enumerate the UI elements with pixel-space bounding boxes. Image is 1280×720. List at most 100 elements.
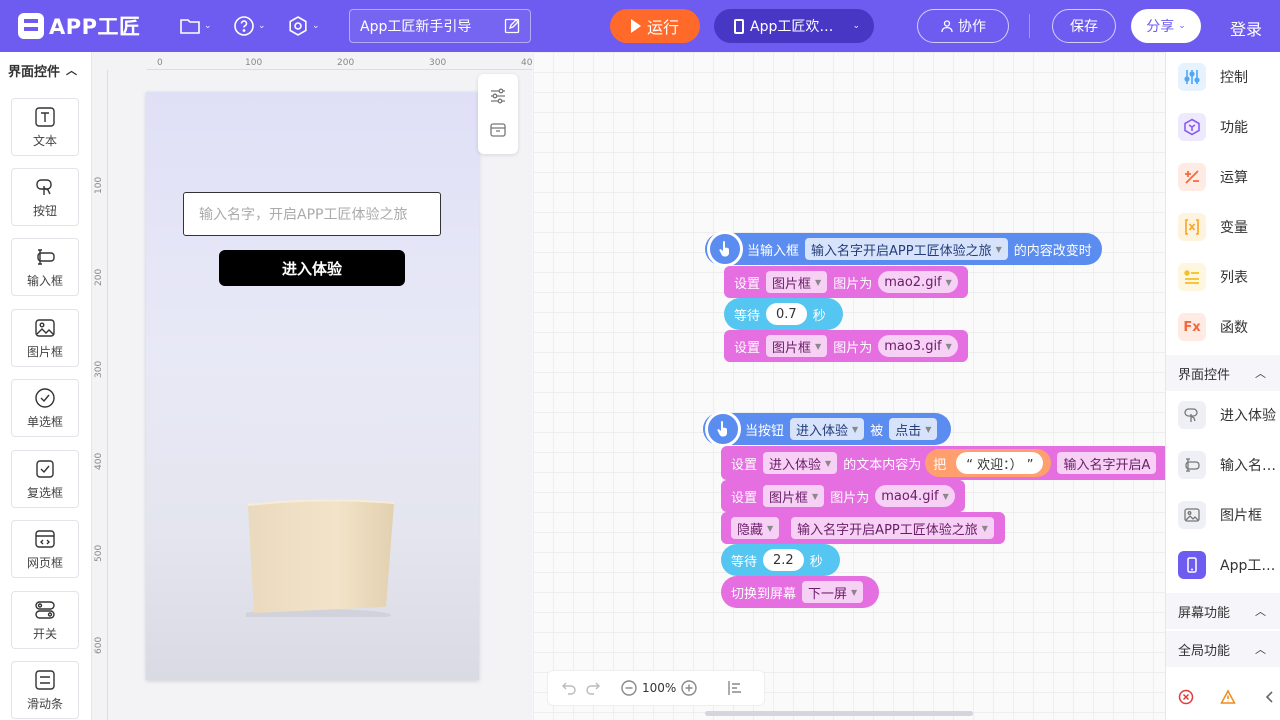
event-type-dropdown[interactable]: 点击 ▼ <box>889 418 938 440</box>
login-link[interactable]: 登录 <box>1230 16 1262 40</box>
zoom-out-icon[interactable] <box>620 679 638 697</box>
category-label: App工… <box>1220 558 1276 574</box>
button-icon <box>36 178 52 195</box>
ui-item-enter-button[interactable]: 进入体验 <box>1178 400 1276 430</box>
palette-item-image[interactable]: 图片框 <box>11 309 79 367</box>
enter-button-preview[interactable]: 进入体验 <box>219 250 405 286</box>
warning-icon[interactable] <box>1220 689 1236 705</box>
undo-icon[interactable] <box>560 679 578 697</box>
component-dropdown[interactable]: 进入体验 ▼ <box>763 452 838 474</box>
wait-seconds-input[interactable]: 0.7 <box>766 303 807 325</box>
share-label: 分享 <box>1146 19 1175 35</box>
palette-item-button[interactable]: 按钮 <box>11 168 79 226</box>
block-text: 当按钮 <box>745 423 785 439</box>
image-value-dropdown[interactable]: mao3.gif ▼ <box>878 335 958 357</box>
section-ui-controls[interactable]: 界面控件 ︿ <box>1166 355 1280 391</box>
ui-item-image[interactable]: 图片框 <box>1178 500 1262 530</box>
app-logo[interactable]: APP工匠 <box>18 12 141 40</box>
image-value-dropdown[interactable]: mao4.gif ▼ <box>875 485 955 507</box>
box-image[interactable] <box>246 497 396 617</box>
set-image-block[interactable]: 设置 图片框 ▼ 图片为 mao2.gif ▼ <box>724 266 968 298</box>
chevron-up-icon: ︿ <box>1255 367 1266 380</box>
palette-item-webview[interactable]: 网页框 <box>11 520 79 578</box>
block-text: 图片为 <box>833 340 873 356</box>
zoom-in-icon[interactable] <box>680 679 698 697</box>
screen-dropdown[interactable]: 下一屏 ▼ <box>802 581 864 603</box>
redo-icon[interactable] <box>584 679 602 697</box>
category-control[interactable]: 控制 <box>1178 62 1248 92</box>
category-fx[interactable]: Fx 函数 <box>1178 312 1248 342</box>
save-button[interactable]: 保存 <box>1052 9 1116 43</box>
text-literal-input[interactable]: “ 欢迎：） ” <box>956 452 1044 474</box>
component-dropdown[interactable]: 图片框 ▼ <box>763 485 825 507</box>
project-name-field[interactable]: App工匠新手引导 <box>349 9 531 43</box>
button-icon <box>1178 401 1206 429</box>
category-function[interactable]: 功能 <box>1178 112 1248 142</box>
chevron-down-icon: ▼ <box>945 341 952 351</box>
edit-icon[interactable] <box>504 18 520 34</box>
chevron-down-icon: ▼ <box>945 277 952 287</box>
screen-selector[interactable]: App工匠欢… ⌄ <box>714 9 874 43</box>
palette-item-input[interactable]: 输入框 <box>11 238 79 296</box>
component-dropdown[interactable]: 输入名字开启APP工匠体验之旅 ▼ <box>791 517 994 539</box>
section-title: 界面控件 <box>1178 367 1231 383</box>
palette-header[interactable]: 界面控件 ︿ <box>0 52 91 88</box>
set-text-block[interactable]: 设置 进入体验 ▼ 的文本内容为 把 “ 欢迎：） ” 输入名字开启A <box>721 446 1165 480</box>
dropdown-value: 图片框 <box>772 340 812 356</box>
chevron-up-icon: ︿ <box>66 64 78 77</box>
hide-block[interactable]: 隐藏 ▼ 输入名字开启APP工匠体验之旅 ▼ <box>721 512 1005 544</box>
switch-screen-block[interactable]: 切换到屏幕 下一屏 ▼ <box>721 576 879 608</box>
horizontal-scrollbar[interactable] <box>705 711 973 716</box>
section-screen-functions[interactable]: 屏幕功能 ︿ <box>1166 593 1280 629</box>
input-target-dropdown[interactable]: 输入名字开启APP工匠体验之旅 ▼ <box>805 238 1008 260</box>
event-block-input-change[interactable]: 当输入框 输入名字开启APP工匠体验之旅 ▼ 的内容改变时 <box>705 231 1102 267</box>
block-text: 被 <box>870 423 884 439</box>
collaborate-button[interactable]: 协作 <box>917 9 1009 43</box>
file-menu[interactable]: ⌄ <box>178 14 212 38</box>
component-dropdown[interactable]: 图片框 ▼ <box>766 335 828 357</box>
archive-icon[interactable] <box>488 120 508 140</box>
help-menu[interactable]: ⌄ <box>232 14 266 38</box>
run-button[interactable]: 运行 <box>610 9 700 43</box>
settings-menu[interactable]: ⌄ <box>286 14 320 38</box>
palette-item-switch[interactable]: 开关 <box>11 591 79 649</box>
event-block-button-click[interactable]: 当按钮 进入体验 ▼ 被 点击 ▼ <box>703 411 951 447</box>
ruler-tick: 300 <box>429 58 447 68</box>
folder-icon <box>180 19 200 34</box>
topbar-divider <box>1029 14 1030 38</box>
block-workspace[interactable]: 当输入框 输入名字开启APP工匠体验之旅 ▼ 的内容改变时 设置 图片框 ▼ 图片为… <box>533 52 1165 720</box>
design-canvas[interactable]: 0 100 200 300 40 100 200 300 400 500 600… <box>92 52 532 720</box>
wait-seconds-input[interactable]: 2.2 <box>763 549 804 571</box>
ui-item-screen[interactable]: App工… <box>1178 550 1275 580</box>
category-list[interactable]: 列表 <box>1178 262 1248 292</box>
category-variable[interactable]: 变量 <box>1178 212 1248 242</box>
join-text-block[interactable]: 把 “ 欢迎：） ” <box>925 449 1052 477</box>
share-button[interactable]: 分享 ⌄ <box>1131 9 1201 43</box>
align-icon[interactable] <box>726 679 744 697</box>
image-value-dropdown[interactable]: mao2.gif ▼ <box>878 271 958 293</box>
hide-action-dropdown[interactable]: 隐藏 ▼ <box>731 517 780 539</box>
button-target-dropdown[interactable]: 进入体验 ▼ <box>790 418 865 440</box>
reference-dropdown[interactable]: 输入名字开启A <box>1057 452 1157 474</box>
name-input-preview[interactable]: 输入名字，开启APP工匠体验之旅 <box>183 192 441 236</box>
palette-item-radio[interactable]: 单选框 <box>11 379 79 437</box>
ui-item-name-input[interactable]: 输入名… <box>1178 450 1276 480</box>
chevron-down-icon: ▼ <box>815 341 822 351</box>
section-global-functions[interactable]: 全局功能 ︿ <box>1166 631 1280 667</box>
palette-item-text[interactable]: 文本 <box>11 98 79 156</box>
adjust-icon[interactable] <box>488 86 508 106</box>
palette-item-slider[interactable]: 滑动条 <box>11 661 79 719</box>
category-operation[interactable]: 运算 <box>1178 162 1248 192</box>
set-image-block[interactable]: 设置 图片框 ▼ 图片为 mao3.gif ▼ <box>724 330 968 362</box>
palette-item-checkbox[interactable]: 复选框 <box>11 450 79 508</box>
wait-block[interactable]: 等待 0.7 秒 <box>724 298 843 330</box>
wait-block[interactable]: 等待 2.2 秒 <box>721 544 840 576</box>
phone-preview[interactable]: 输入名字，开启APP工匠体验之旅 进入体验 <box>146 92 479 680</box>
component-dropdown[interactable]: 图片框 ▼ <box>766 271 828 293</box>
zoom-level: 100% <box>642 681 677 695</box>
error-icon[interactable] <box>1178 689 1194 705</box>
collapse-panel-icon[interactable] <box>1262 689 1278 705</box>
set-image-block[interactable]: 设置 图片框 ▼ 图片为 mao4.gif ▼ <box>721 480 965 512</box>
block-category-panel: 控制 功能 运算 变量 列表 Fx 函数 界面控件 ︿ 进入体验 输入名… 图片… <box>1165 52 1280 720</box>
function-icon <box>1178 113 1206 141</box>
